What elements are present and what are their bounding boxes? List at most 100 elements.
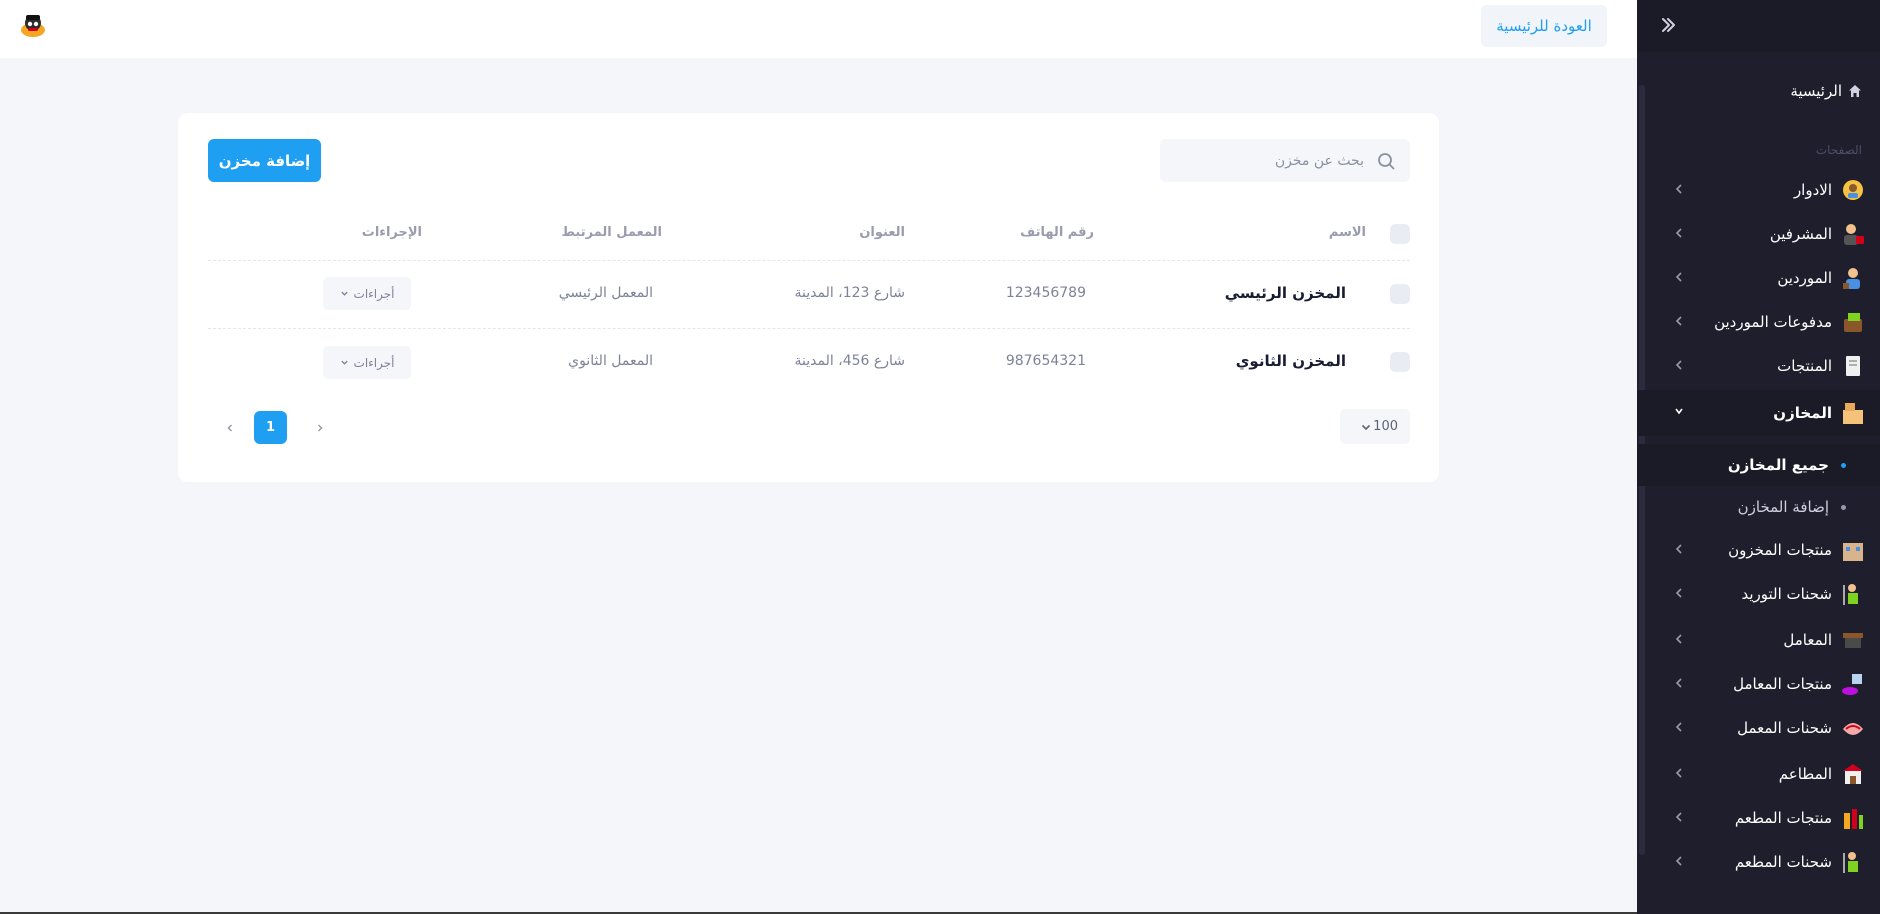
pagination-next-button[interactable] xyxy=(308,413,332,443)
actions-label: أجراءات xyxy=(353,355,395,370)
chevron-left-icon xyxy=(227,424,233,432)
restaurant-shipments-icon xyxy=(1843,852,1858,873)
chevron-left-icon xyxy=(1675,316,1682,326)
sidebar-item-factory-shipments[interactable]: شحنات المعمل xyxy=(1637,706,1880,750)
row-2-name[interactable]: المخزن الثانوي xyxy=(1236,352,1346,370)
page-size-select[interactable]: 100 xyxy=(1340,409,1410,444)
home-icon xyxy=(1849,85,1861,97)
column-header-lab[interactable]: المعمل المرتبط xyxy=(562,225,662,240)
column-header-address[interactable]: العنوان xyxy=(859,225,905,240)
sidebar-item-supervisors[interactable]: المشرفين xyxy=(1637,212,1880,256)
sidebar-item-label: شحنات التوريد xyxy=(1741,585,1832,603)
warehouses-card: إضافة مخزن الاسم رقم الهاتف العنوان المع… xyxy=(178,113,1439,482)
sidebar-section-label: الصفحات xyxy=(1815,143,1862,157)
sidebar-item-label: منتجات المعامل xyxy=(1733,675,1832,693)
sidebar-item-supply-shipments[interactable]: شحنات التوريد xyxy=(1637,572,1880,616)
select-all-checkbox[interactable] xyxy=(1390,224,1410,244)
sidebar-item-label: منتجات المخزون xyxy=(1728,541,1832,559)
restaurant-products-icon xyxy=(1844,809,1863,829)
table-divider xyxy=(208,328,1410,329)
pagination-prev-button[interactable] xyxy=(218,413,242,443)
sidebar-item-label: الموردين xyxy=(1777,269,1832,287)
search-input[interactable] xyxy=(1194,152,1364,169)
sidebar: الرئيسية الصفحات الادوار المشرفين المورد… xyxy=(1637,0,1880,914)
sidebar-item-label: المطاعم xyxy=(1778,765,1832,783)
actions-label: أجراءات xyxy=(353,286,395,301)
sidebar-subitem-all-warehouses[interactable]: جميع المخازن xyxy=(1637,444,1880,486)
table-divider xyxy=(208,260,1410,261)
bullet-icon xyxy=(1841,504,1846,510)
row-1-actions-button[interactable]: أجراءات xyxy=(323,277,411,310)
sidebar-item-stock-products[interactable]: منتجات المخزون xyxy=(1637,528,1880,572)
collapse-sidebar-icon[interactable] xyxy=(1660,14,1682,36)
chevron-left-icon xyxy=(1675,812,1682,822)
supplier-payments-icon xyxy=(1844,313,1862,332)
row-checkbox[interactable] xyxy=(1390,284,1410,304)
chevron-left-icon xyxy=(1675,634,1682,644)
suppliers-icon xyxy=(1843,268,1860,289)
brand-logo-icon[interactable] xyxy=(18,10,48,40)
sidebar-subitem-add-warehouse[interactable]: إضافة المخازن xyxy=(1637,486,1880,528)
row-1-address: شارع 123، المدينة xyxy=(794,285,906,301)
chevron-left-icon xyxy=(1675,678,1682,688)
chevron-down-icon xyxy=(1675,408,1683,415)
column-header-phone[interactable]: رقم الهاتف xyxy=(1020,225,1094,240)
sidebar-item-restaurants[interactable]: المطاعم xyxy=(1637,752,1880,796)
chevron-left-icon xyxy=(1675,588,1682,598)
sidebar-item-label: شحنات المطعم xyxy=(1734,853,1832,871)
sidebar-subitem-label: إضافة المخازن xyxy=(1737,498,1829,516)
row-1-lab: المعمل الرئيسي xyxy=(558,285,653,301)
row-1-phone: 123456789 xyxy=(1005,285,1086,301)
chevron-down-icon xyxy=(1361,424,1371,430)
row-2-actions-button[interactable]: أجراءات xyxy=(323,346,411,379)
sidebar-item-suppliers[interactable]: الموردين xyxy=(1637,256,1880,300)
sidebar-item-restaurant-products[interactable]: منتجات المطعم xyxy=(1637,796,1880,840)
column-header-name[interactable]: الاسم xyxy=(1329,225,1366,240)
sidebar-item-label: المخازن xyxy=(1773,404,1832,422)
sidebar-item-products[interactable]: المنتجات xyxy=(1637,344,1880,388)
sidebar-item-label: مدفوعات الموردين xyxy=(1714,313,1832,331)
sidebar-item-factories[interactable]: المعامل xyxy=(1637,618,1880,662)
sidebar-item-warehouses[interactable]: المخازن xyxy=(1637,390,1880,436)
supervisors-icon xyxy=(1844,224,1864,245)
sidebar-item-label: المشرفين xyxy=(1769,225,1832,243)
sidebar-home-label: الرئيسية xyxy=(1790,82,1842,100)
sidebar-item-factory-products[interactable]: منتجات المعامل xyxy=(1637,662,1880,706)
sidebar-subitem-label: جميع المخازن xyxy=(1727,456,1829,474)
chevron-left-icon xyxy=(1675,768,1682,778)
search-box xyxy=(1160,139,1410,182)
chevron-left-icon xyxy=(1675,184,1682,194)
chevron-right-icon xyxy=(317,424,323,432)
factories-icon xyxy=(1843,633,1863,648)
sidebar-header xyxy=(1637,0,1880,52)
chevron-down-icon xyxy=(340,291,348,296)
sidebar-item-home[interactable]: الرئيسية xyxy=(1790,82,1862,100)
roles-icon xyxy=(1843,180,1863,200)
chevron-left-icon xyxy=(1675,360,1682,370)
factory-products-icon xyxy=(1842,674,1862,695)
search-icon xyxy=(1378,152,1395,170)
sidebar-item-restaurant-shipments[interactable]: شحنات المطعم xyxy=(1637,840,1880,884)
sidebar-item-supplier-payments[interactable]: مدفوعات الموردين xyxy=(1637,300,1880,344)
sidebar-item-roles[interactable]: الادوار xyxy=(1637,168,1880,212)
chevron-left-icon xyxy=(1675,722,1682,732)
chevron-down-icon xyxy=(340,360,348,365)
sidebar-item-label: شحنات المعمل xyxy=(1737,719,1832,737)
chevron-left-icon xyxy=(1675,272,1682,282)
sidebar-item-label: الادوار xyxy=(1793,181,1832,199)
stock-products-icon xyxy=(1843,543,1863,561)
sidebar-item-label: المعامل xyxy=(1783,631,1832,649)
bullet-icon xyxy=(1841,462,1846,468)
pagination-page-button[interactable]: 1 xyxy=(254,411,287,444)
row-2-phone: 987654321 xyxy=(1005,353,1086,369)
add-warehouse-button[interactable]: إضافة مخزن xyxy=(208,139,321,182)
chevron-left-icon xyxy=(1675,228,1682,238)
products-icon xyxy=(1846,356,1860,376)
row-checkbox[interactable] xyxy=(1390,352,1410,372)
warehouses-icon xyxy=(1843,403,1863,424)
chevron-left-icon xyxy=(1675,856,1682,866)
row-1-name[interactable]: المخزن الرئيسي xyxy=(1225,284,1346,302)
back-home-button[interactable]: العودة للرئيسية xyxy=(1481,5,1607,47)
sidebar-item-label: المنتجات xyxy=(1777,357,1832,375)
row-2-address: شارع 456، المدينة xyxy=(794,353,906,369)
